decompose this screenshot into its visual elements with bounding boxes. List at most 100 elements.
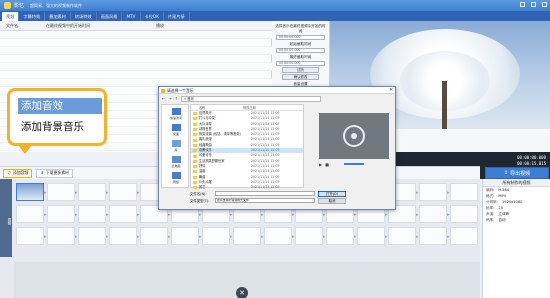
timeline-clip[interactable]: ▸ (416, 183, 447, 201)
volume-bar[interactable] (343, 163, 364, 165)
transition-arrow-icon[interactable]: ▸ (261, 212, 264, 218)
timeline-clip[interactable]: ▸ (230, 227, 261, 245)
timeline-clip[interactable]: ▸ (75, 205, 106, 223)
cancel-button[interactable]: 取消 (318, 197, 346, 204)
back-icon[interactable]: ← (162, 96, 165, 101)
transition-arrow-icon[interactable]: ▸ (416, 212, 419, 218)
timeline-clip[interactable]: ▸ (385, 227, 416, 245)
timeline-clip[interactable]: ▸ (75, 227, 106, 245)
list-row[interactable] (0, 31, 272, 39)
tab-mtv[interactable]: MTV (122, 12, 141, 21)
tab-credits[interactable]: 片尾片接 (164, 12, 190, 21)
timeline-clip[interactable]: ▸ (75, 183, 106, 201)
timeline-clip[interactable]: ▸ (447, 183, 478, 201)
forward-icon[interactable]: → (168, 96, 171, 101)
list-row[interactable] (0, 71, 272, 79)
transition-arrow-icon[interactable]: ▸ (44, 190, 47, 196)
transition-arrow-icon[interactable]: ▸ (385, 212, 388, 218)
transition-arrow-icon[interactable]: ▸ (106, 234, 109, 240)
dialog-close-icon[interactable]: ✕ (389, 87, 393, 94)
timeline-clip[interactable]: ▸ (44, 205, 75, 223)
list-row[interactable] (0, 55, 272, 63)
transition-arrow-icon[interactable]: ▸ (323, 234, 326, 240)
transition-arrow-icon[interactable]: ▸ (106, 190, 109, 196)
minimize-icon[interactable] (520, 2, 525, 7)
transition-arrow-icon[interactable]: ▸ (292, 234, 295, 240)
transition-arrow-icon[interactable]: ▸ (416, 190, 419, 196)
tab-karaoke[interactable]: 卡拉OK (141, 12, 164, 21)
up-icon[interactable]: ↑ (175, 96, 178, 101)
maximize-icon[interactable] (531, 2, 536, 7)
tab-video[interactable]: 视频 (2, 12, 20, 21)
timeline-clip[interactable]: ▸ (416, 227, 447, 245)
transition-arrow-icon[interactable]: ▸ (199, 212, 202, 218)
tab-subtitles[interactable]: 字幕特效 (19, 12, 46, 21)
timeline-clip[interactable]: ▸ (137, 227, 168, 245)
transition-arrow-icon[interactable]: ▸ (75, 212, 78, 218)
play-icon[interactable]: ▶ (319, 162, 322, 167)
transition-arrow-icon[interactable]: ▸ (230, 234, 233, 240)
transition-arrow-icon[interactable]: ▸ (137, 190, 140, 196)
transition-arrow-icon[interactable]: ▸ (447, 190, 450, 196)
stop-icon[interactable]: ■ (325, 162, 329, 167)
sidebar-item[interactable]: 库 (164, 140, 188, 152)
transition-arrow-icon[interactable]: ▸ (230, 212, 233, 218)
col-name-header[interactable]: 名称 (191, 105, 243, 110)
transition-arrow-icon[interactable]: ▸ (137, 234, 140, 240)
timeline-clip[interactable]: ▸ (447, 227, 478, 245)
list-row[interactable] (0, 47, 272, 55)
end-time-input[interactable]: 00:00:00.000 (276, 61, 325, 66)
transition-arrow-icon[interactable]: ▸ (354, 212, 357, 218)
timeline-clip[interactable]: ▸ (199, 227, 230, 245)
transition-arrow-icon[interactable]: ▸ (323, 212, 326, 218)
download-materials-button[interactable]: ⬇ 下载更多素材 (36, 168, 73, 178)
sidebar-item[interactable]: 桌面 (164, 124, 188, 136)
add-bgm-item[interactable]: 添加背景音乐 (18, 119, 102, 135)
timeline-clip[interactable]: ▸ (261, 227, 292, 245)
timeline-clip[interactable]: ▸ (416, 205, 447, 223)
preview-button[interactable]: 试听 (282, 67, 319, 73)
transition-arrow-icon[interactable]: ▸ (354, 234, 357, 240)
transition-arrow-icon[interactable]: ▸ (447, 234, 450, 240)
add-audio-button[interactable]: ♫ 添加音频 (3, 168, 33, 178)
timeline-clip[interactable]: ▸ (168, 227, 199, 245)
transition-arrow-icon[interactable]: ▸ (416, 234, 419, 240)
timeline-clip[interactable]: ▸ (106, 183, 137, 201)
start-time-input[interactable]: 00:00:00.000 (276, 48, 325, 53)
timeline-clip[interactable]: ▸ (106, 205, 137, 223)
transition-arrow-icon[interactable]: ▸ (44, 234, 47, 240)
transition-arrow-icon[interactable]: ▸ (168, 234, 171, 240)
timeline-clip[interactable] (16, 205, 44, 223)
tab-overlay[interactable]: 叠加素材 (45, 12, 71, 21)
close-panel-icon[interactable]: ✕ (236, 287, 248, 298)
path-breadcrumb[interactable]: « 音乐 (181, 95, 322, 102)
timeline-clip[interactable]: ▸ (354, 227, 385, 245)
transition-arrow-icon[interactable]: ▸ (292, 212, 295, 218)
sidebar-item[interactable]: 此电脑 (164, 156, 188, 168)
timeline-clip[interactable]: ▸ (44, 183, 75, 201)
transition-arrow-icon[interactable]: ▸ (168, 212, 171, 218)
transition-arrow-icon[interactable]: ▸ (137, 212, 140, 218)
transition-arrow-icon[interactable]: ▸ (75, 234, 78, 240)
close-icon[interactable] (542, 2, 547, 7)
tab-style[interactable]: 画面风格 (97, 12, 123, 21)
list-row[interactable] (0, 63, 272, 71)
filetype-select[interactable]: 所有支持的音频格式文件 (215, 198, 315, 203)
transition-arrow-icon[interactable]: ▸ (44, 212, 47, 218)
open-button[interactable]: 打开(O) (318, 190, 346, 197)
transition-arrow-icon[interactable]: ▸ (261, 234, 264, 240)
transition-arrow-icon[interactable]: ▸ (447, 212, 450, 218)
sidebar-item[interactable]: 网络 (164, 172, 188, 184)
export-video-button[interactable]: ⇧ 导出视频 (485, 167, 549, 179)
list-row[interactable] (0, 39, 272, 47)
timeline-clip[interactable]: ▸ (447, 205, 478, 223)
timeline-clip[interactable]: ▸ (106, 227, 137, 245)
transition-arrow-icon[interactable]: ▸ (106, 212, 109, 218)
sidebar-item[interactable]: 快速访问 (164, 108, 188, 120)
tab-transitions[interactable]: 转场特效 (71, 12, 97, 21)
timeline-clip[interactable]: ▸ (323, 227, 354, 245)
transition-arrow-icon[interactable]: ▸ (199, 234, 202, 240)
filename-input[interactable] (215, 191, 315, 196)
transition-arrow-icon[interactable]: ▸ (385, 234, 388, 240)
add-sound-effect-item[interactable]: 添加音效 (18, 98, 102, 114)
